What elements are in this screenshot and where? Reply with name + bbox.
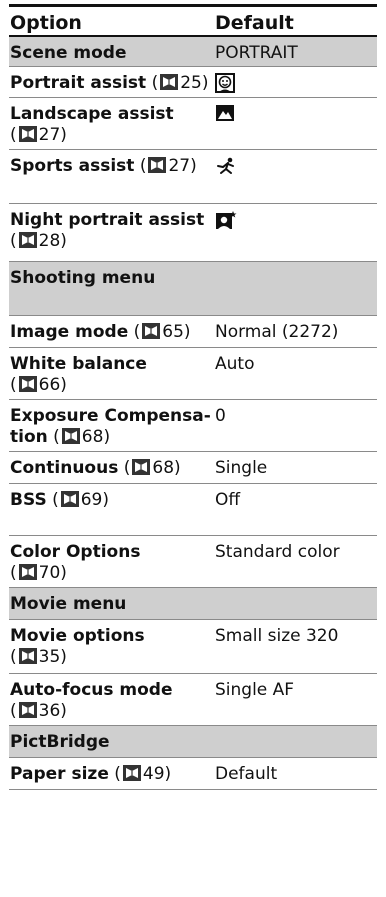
option-name: Auto-focus mode: [10, 680, 173, 700]
page-number: 25: [180, 73, 202, 93]
option-cell: Continuous (68): [10, 458, 181, 478]
default-value: Single: [215, 458, 268, 478]
option-name: BSS: [10, 490, 47, 510]
default-value: Single AF: [215, 680, 295, 700]
section-label: PictBridge: [10, 732, 110, 752]
page-number: 49: [142, 764, 165, 784]
option-name: Night portrait assist: [10, 210, 205, 230]
default-value: Auto: [215, 354, 255, 374]
option-cell: White balance (66): [10, 354, 147, 395]
table-row: Auto-focus mode (36) Single AF: [9, 674, 377, 726]
table-row: Paper size (49) Default: [9, 758, 377, 790]
table-row: Night portrait assist (28): [9, 204, 377, 262]
page-reference-icon: [132, 459, 151, 475]
option-name: Color Options: [10, 542, 141, 562]
page-number: 35: [38, 647, 61, 667]
header-option: Option: [10, 12, 82, 34]
page-reference-icon: [18, 232, 37, 248]
table-row: Sports assist (27): [9, 150, 377, 204]
page-number: 65: [162, 322, 184, 342]
page-number: 28: [38, 231, 61, 251]
option-name: Sports assist: [10, 156, 135, 176]
page-number: 68: [81, 427, 104, 447]
page-reference-icon: [18, 702, 37, 718]
section-default: PORTRAIT: [215, 43, 298, 63]
page-number: 66: [38, 375, 61, 395]
default-value: Normal (2272): [215, 322, 339, 342]
page-reference-icon: [122, 765, 141, 781]
section-row: Scene mode PORTRAIT: [9, 37, 377, 67]
night-portrait-star-icon: [216, 211, 237, 229]
default-value: 0: [215, 406, 226, 426]
section-label: Scene mode: [10, 43, 127, 63]
section-row: Shooting menu: [9, 262, 377, 316]
page-reference-icon: [61, 428, 80, 444]
default-value: Default: [215, 764, 278, 784]
landscape-mountain-icon: [216, 105, 234, 121]
table-row: White balance (66) Auto: [9, 348, 377, 400]
page-number: 27: [168, 156, 191, 176]
defaults-table: Option Default Scene mode PORTRAIT Portr…: [9, 4, 377, 790]
default-value: Standard color: [215, 542, 340, 562]
table-row: Landscape assist (27): [9, 98, 377, 150]
table-row: Image mode (65) Normal (2272): [9, 316, 377, 348]
table-header: Option Default: [9, 4, 377, 37]
page-number: 70: [38, 563, 61, 583]
table-row: Movie options (35) Small size 320: [9, 620, 377, 674]
option-cell: Landscape assist (27): [10, 104, 174, 145]
section-default: [215, 262, 377, 315]
option-cell: Sports assist (27): [10, 156, 197, 176]
page-reference-icon: [18, 376, 37, 392]
page-number: 68: [152, 458, 175, 478]
page-number: 36: [38, 701, 61, 721]
section-default: [215, 726, 377, 757]
section-label: Movie menu: [10, 594, 127, 614]
option-cell: Movie options (35): [10, 626, 145, 667]
option-cell: Paper size (49): [10, 764, 172, 784]
sports-runner-icon: [217, 157, 234, 174]
option-cell: Image mode (65): [10, 322, 191, 342]
section-default: [215, 588, 377, 619]
option-name: Image mode: [10, 322, 129, 342]
option-cell: Color Options (70): [10, 542, 141, 583]
option-name: Movie options: [10, 626, 145, 646]
section-row: Movie menu: [9, 588, 377, 620]
option-name: Paper size: [10, 764, 109, 784]
page-reference-icon: [18, 648, 37, 664]
option-name: Landscape assist: [10, 104, 174, 124]
page-reference-icon: [148, 157, 167, 173]
option-cell: Auto-focus mode (36): [10, 680, 173, 721]
page-reference-icon: [142, 323, 161, 339]
section-row: PictBridge: [9, 726, 377, 758]
option-name: White balance: [10, 354, 147, 374]
header-default: Default: [215, 12, 294, 34]
table-row: BSS (69) Off: [9, 484, 377, 536]
option-name: Portrait assist: [10, 73, 147, 93]
option-cell: BSS (69): [10, 490, 110, 510]
table-row: Portrait assist (25): [9, 67, 377, 98]
option-name: Continuous: [10, 458, 119, 478]
portrait-face-icon: [215, 73, 235, 93]
section-label: Shooting menu: [10, 268, 156, 288]
page-reference-icon: [160, 74, 179, 90]
table-row: Exposure Compensa- tion (68) 0: [9, 400, 377, 452]
option-cell: Portrait assist (25): [10, 73, 209, 93]
page-number: 27: [38, 125, 61, 145]
table-row: Color Options (70) Standard color: [9, 536, 377, 588]
default-value: Off: [215, 490, 241, 510]
page-number: 69: [80, 490, 103, 510]
page-reference-icon: [18, 126, 37, 142]
option-cell: Night portrait assist (28): [10, 210, 205, 251]
page-reference-icon: [18, 564, 37, 580]
default-value: Small size 320: [215, 626, 339, 646]
page-reference-icon: [60, 491, 79, 507]
option-name-cont: tion: [10, 427, 48, 447]
option-cell: Exposure Compensa- tion (68): [10, 406, 211, 447]
option-name: Exposure Compensa-: [10, 406, 211, 426]
table-row: Continuous (68) Single: [9, 452, 377, 484]
